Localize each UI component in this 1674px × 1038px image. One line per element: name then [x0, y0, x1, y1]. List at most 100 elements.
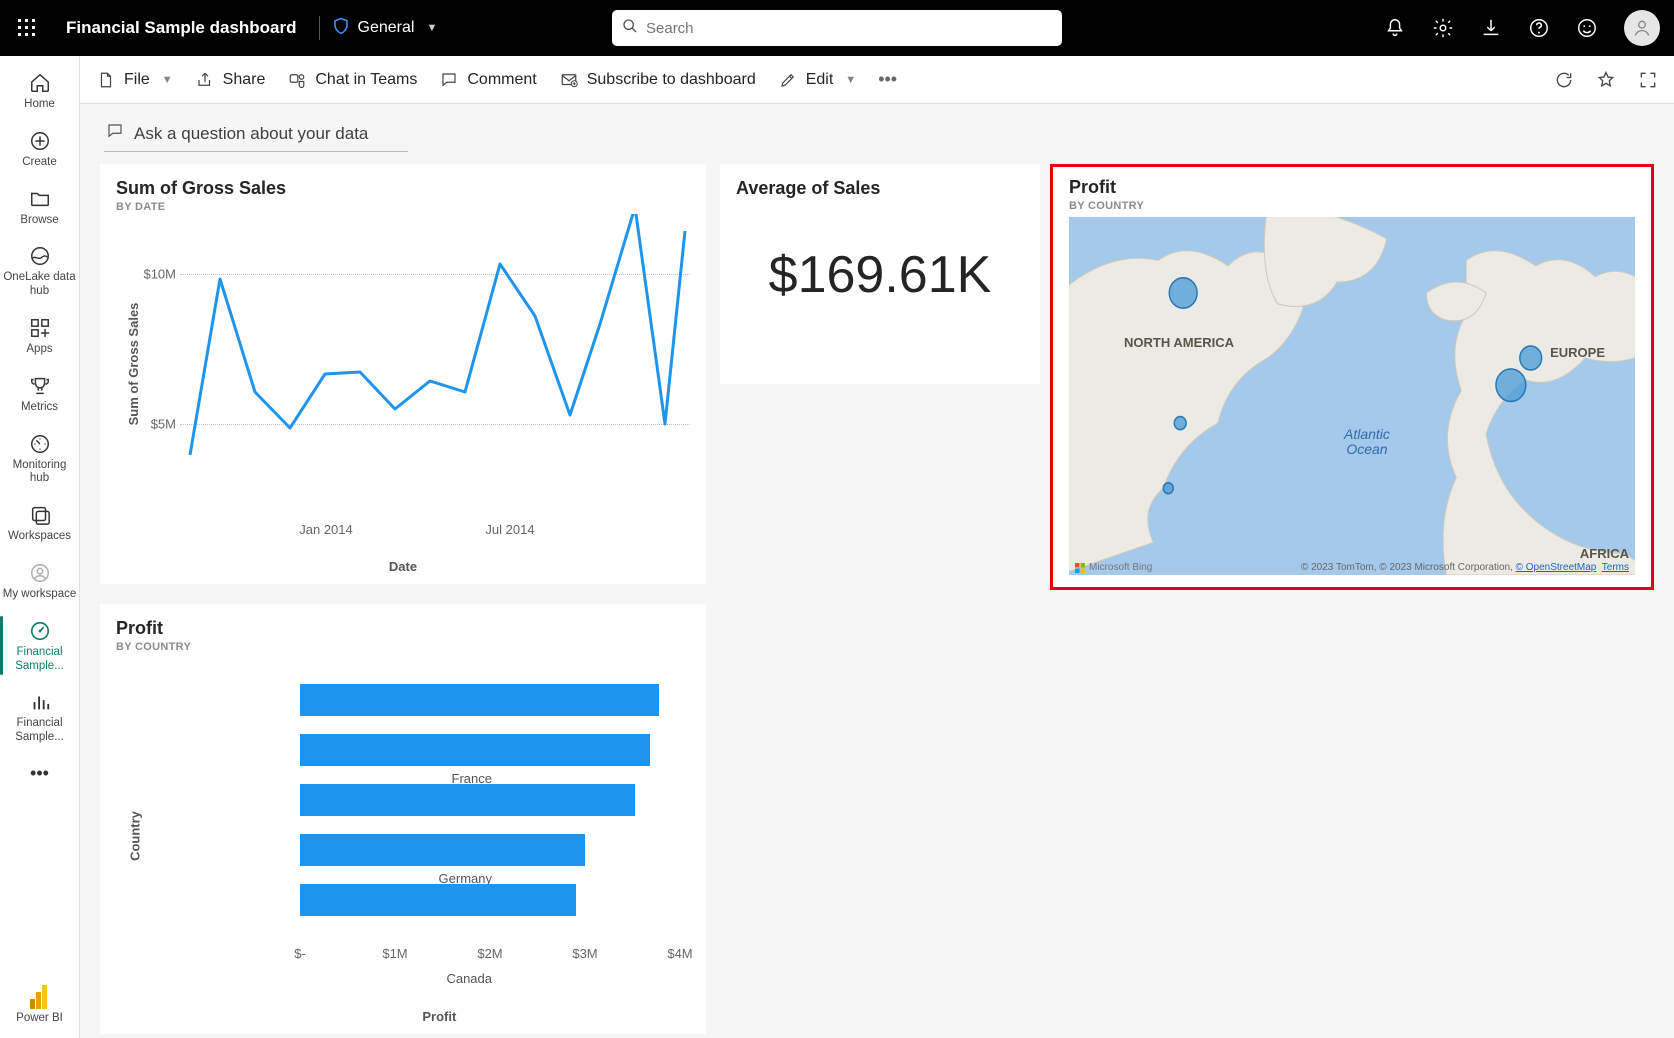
ribbon-right [1554, 70, 1658, 90]
refresh-icon[interactable] [1554, 70, 1574, 90]
nav-label: Financial Sample... [2, 646, 77, 674]
tile-title: Average of Sales [736, 178, 1040, 199]
tile-title: Sum of Gross Sales [116, 178, 706, 199]
nav-label: Apps [2, 343, 77, 357]
fullscreen-icon[interactable] [1638, 70, 1658, 90]
apps-icon [2, 315, 77, 341]
xtick: $2M [477, 946, 502, 961]
nav-browse[interactable]: Browse [0, 178, 79, 236]
tile-subtitle: BY COUNTRY [1069, 200, 1651, 212]
ribbon: File ▼ Share Chat in Teams Comment Subscr… [80, 56, 1674, 104]
chevron-down-icon: ▼ [162, 74, 173, 86]
app-launcher-icon[interactable] [12, 13, 42, 43]
nav-label: Workspaces [2, 530, 77, 544]
sensitivity-label: General [358, 19, 415, 37]
bar [300, 734, 650, 766]
file-icon [96, 70, 116, 90]
tile-gross-sales[interactable]: Sum of Gross Sales BY DATE Sum of Gross … [100, 164, 706, 584]
nav-workspaces[interactable]: Workspaces [0, 494, 79, 552]
more-button[interactable]: ••• [878, 69, 897, 90]
plus-circle-icon [2, 128, 77, 154]
map-visual[interactable]: NORTH AMERICA EUROPE AFRICA AtlanticOcea… [1069, 217, 1635, 575]
tile-title: Profit [116, 618, 706, 639]
x-axis-label: Date [389, 559, 417, 574]
nav-more[interactable]: ••• [0, 753, 79, 794]
tile-average-sales[interactable]: Average of Sales $169.61K [720, 164, 1040, 384]
nav-label: Monitoring hub [2, 459, 77, 487]
bar [300, 834, 585, 866]
settings-icon[interactable] [1432, 17, 1454, 39]
search-icon [622, 18, 638, 39]
download-icon[interactable] [1480, 17, 1502, 39]
search-input[interactable] [646, 20, 1052, 37]
xtick: $1M [382, 946, 407, 961]
nav-financial-dashboard[interactable]: Financial Sample... [0, 610, 79, 682]
subscribe-label: Subscribe to dashboard [587, 71, 756, 89]
nav-metrics[interactable]: Metrics [0, 365, 79, 423]
bar [300, 884, 576, 916]
comment-label: Comment [467, 71, 536, 89]
sensitivity-dropdown[interactable]: General ▼ [332, 17, 438, 40]
avatar[interactable] [1624, 10, 1660, 46]
folder-icon [2, 186, 77, 212]
subscribe-button[interactable]: Subscribe to dashboard [559, 70, 756, 90]
nav-financial-report[interactable]: Financial Sample... [0, 681, 79, 753]
nav-apps[interactable]: Apps [0, 307, 79, 365]
help-icon[interactable] [1528, 17, 1550, 39]
bar-category-label: Canada [342, 971, 492, 986]
monitor-icon [2, 431, 77, 457]
teams-icon [287, 70, 307, 90]
chat-teams-button[interactable]: Chat in Teams [287, 70, 417, 90]
nav-onelake[interactable]: OneLake data hub [0, 235, 79, 307]
share-button[interactable]: Share [195, 70, 266, 90]
map-label-ocean: AtlanticOcean [1344, 427, 1390, 458]
share-icon [195, 70, 215, 90]
comment-button[interactable]: Comment [439, 70, 536, 90]
tile-profit-map[interactable]: Profit BY COUNTRY NORTH AMERICA EUROPE A… [1050, 164, 1654, 590]
tile-subtitle: BY COUNTRY [116, 641, 706, 653]
edit-label: Edit [806, 71, 834, 89]
feedback-icon[interactable] [1576, 17, 1598, 39]
tile-subtitle: BY DATE [116, 201, 706, 213]
qna-input[interactable]: Ask a question about your data [104, 122, 408, 152]
nav-label: Financial Sample... [2, 717, 77, 745]
header-right [1384, 10, 1660, 46]
tile-profit-bar[interactable]: Profit BY COUNTRY Country Profit FranceG… [100, 604, 706, 1034]
bar-row: Canada [300, 784, 635, 816]
left-nav: Home Create Browse OneLake data hub Apps… [0, 56, 80, 1038]
edit-menu[interactable]: Edit▼ [778, 70, 856, 90]
comment-icon [106, 122, 124, 145]
file-menu[interactable]: File ▼ [96, 70, 173, 90]
nav-label: My workspace [2, 588, 77, 602]
nav-label: Home [2, 98, 77, 112]
osm-link[interactable]: © OpenStreetMap [1516, 562, 1597, 573]
nav-label: OneLake data hub [2, 271, 77, 299]
map-label-eu: EUROPE [1550, 345, 1605, 360]
notifications-icon[interactable] [1384, 17, 1406, 39]
bar [300, 784, 635, 816]
shield-icon [332, 17, 350, 40]
tile-title: Profit [1069, 177, 1651, 198]
nav-create[interactable]: Create [0, 120, 79, 178]
comment-icon [439, 70, 459, 90]
map-svg [1069, 217, 1635, 575]
dashboard-canvas: Ask a question about your data Sum of Gr… [80, 104, 1674, 1038]
file-label: File [124, 71, 150, 89]
terms-link[interactable]: Terms [1602, 562, 1629, 573]
nav-brand[interactable]: Power BI [0, 976, 79, 1038]
favorite-icon[interactable] [1596, 70, 1616, 90]
nav-my-workspace[interactable]: My workspace [0, 552, 79, 610]
ytick: $10M [143, 267, 176, 282]
search-box[interactable] [612, 10, 1062, 46]
xtick: $- [294, 946, 306, 961]
bar-row: Mexico [300, 884, 576, 916]
trophy-icon [2, 373, 77, 399]
powerbi-icon [0, 984, 79, 1010]
nav-home[interactable]: Home [0, 62, 79, 120]
top-header: Financial Sample dashboard General ▼ [0, 0, 1674, 56]
home-icon [2, 70, 77, 96]
workspaces-icon [2, 502, 77, 528]
map-label-af: AFRICA [1580, 546, 1629, 561]
nav-monitoring[interactable]: Monitoring hub [0, 423, 79, 495]
xtick: Jul 2014 [485, 522, 534, 537]
